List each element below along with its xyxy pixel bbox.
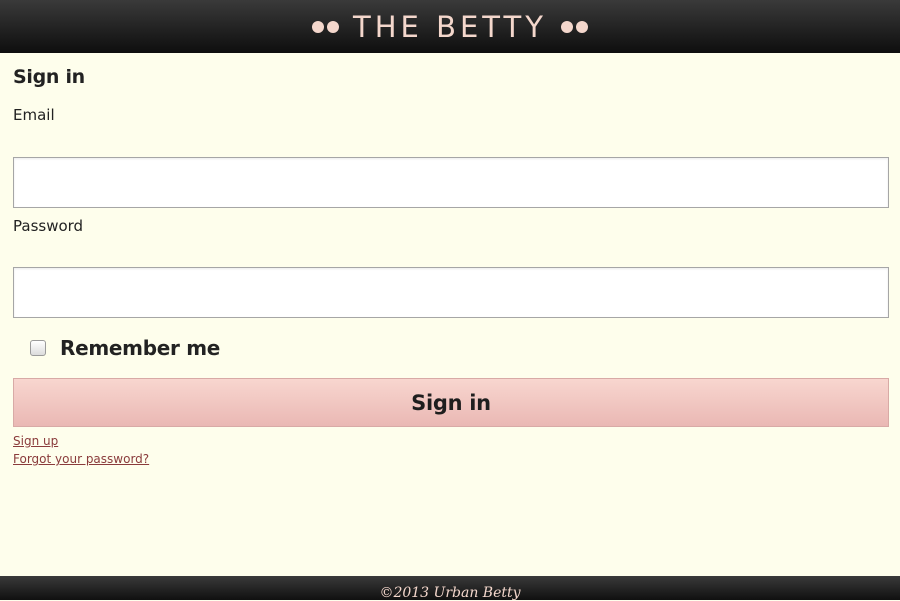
password-field[interactable] bbox=[13, 267, 889, 318]
email-label: Email bbox=[13, 106, 55, 124]
site-footer: ©2013 Urban Betty bbox=[0, 576, 900, 601]
brand-name: THE BETTY bbox=[353, 9, 547, 44]
sign-up-link[interactable]: Sign up bbox=[13, 434, 58, 448]
page-title: Sign in bbox=[13, 66, 85, 88]
brand-dots-left-icon bbox=[312, 20, 340, 33]
brand-dots-right-icon bbox=[560, 20, 588, 33]
email-field[interactable] bbox=[13, 157, 889, 208]
sign-in-button[interactable]: Sign in bbox=[13, 378, 889, 427]
site-header: THE BETTY bbox=[0, 0, 900, 53]
remember-me-label[interactable]: Remember me bbox=[60, 336, 220, 360]
forgot-password-link[interactable]: Forgot your password? bbox=[13, 452, 149, 466]
remember-me-checkbox[interactable] bbox=[30, 340, 46, 356]
copyright-text: ©2013 Urban Betty bbox=[379, 585, 521, 601]
password-label: Password bbox=[13, 217, 84, 235]
brand-logo[interactable]: THE BETTY bbox=[312, 10, 588, 44]
remember-me-row: Remember me bbox=[30, 336, 220, 360]
